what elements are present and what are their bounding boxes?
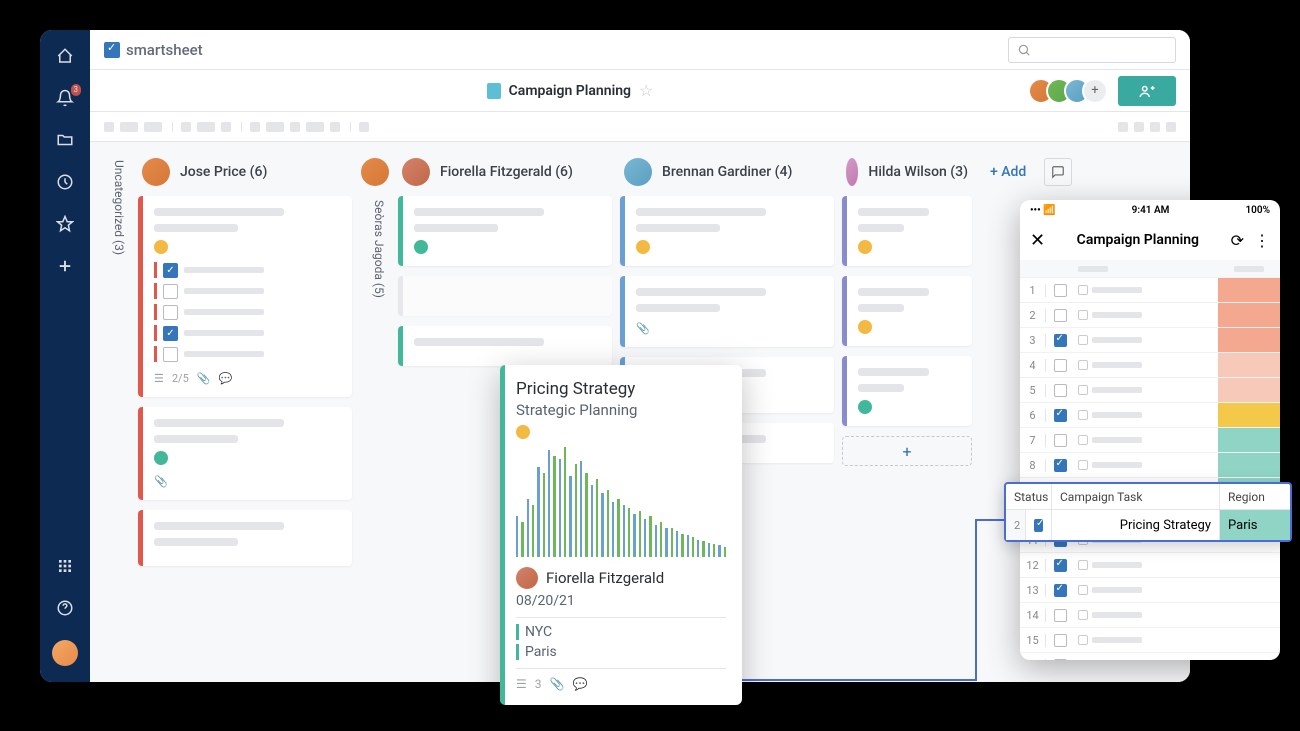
brand-text: smartsheet: [126, 41, 203, 59]
lane-header[interactable]: Fiorella Fitzgerald (6): [398, 152, 612, 196]
mobile-statusbar: ••• 📶9:41 AM100%: [1020, 200, 1280, 220]
mobile-row[interactable]: 2: [1020, 303, 1280, 328]
assignee-name: Fiorella Fitzgerald: [546, 569, 664, 587]
mobile-row[interactable]: 13: [1020, 578, 1280, 603]
mobile-title: Campaign Planning: [1055, 232, 1221, 248]
attachment-icon: 📎: [154, 475, 168, 488]
col-task: Campaign Task: [1052, 484, 1220, 509]
close-icon[interactable]: ✕: [1030, 230, 1045, 251]
mobile-row[interactable]: 1: [1020, 278, 1280, 303]
mobile-row[interactable]: 7: [1020, 428, 1280, 453]
comment-button[interactable]: [1044, 158, 1072, 186]
toolbar: [90, 112, 1190, 142]
kanban-card[interactable]: [398, 196, 612, 266]
card-detail-popup[interactable]: Pricing Strategy Strategic Planning Fior…: [500, 365, 742, 705]
recents-icon[interactable]: [55, 172, 75, 192]
brand[interactable]: smartsheet: [104, 41, 203, 59]
task-cell: Pricing Strategy: [1052, 510, 1220, 540]
lane-uncategorized[interactable]: Uncategorized (3): [100, 152, 130, 682]
kanban-card[interactable]: [842, 196, 972, 266]
mobile-row[interactable]: 3: [1020, 328, 1280, 353]
left-sidebar: 3: [40, 30, 90, 682]
apps-icon[interactable]: [55, 556, 75, 576]
lane-jose: Jose Price (6) ✓ ✓ ☰2/5📎💬 📎: [138, 152, 352, 682]
kanban-card[interactable]: [842, 356, 972, 426]
checkbox-icon[interactable]: [163, 347, 178, 362]
mobile-row[interactable]: 8: [1020, 453, 1280, 478]
detail-title: Pricing Strategy: [516, 379, 726, 399]
mobile-row[interactable]: 15: [1020, 628, 1280, 653]
mobile-preview: ••• 📶9:41 AM100% ✕ Campaign Planning ⟳ ⋮…: [1020, 200, 1280, 660]
help-icon[interactable]: [55, 598, 75, 618]
add-icon[interactable]: [55, 256, 75, 276]
tag: NYC: [525, 624, 552, 640]
kanban-card[interactable]: [138, 510, 352, 566]
lane-hilda: Hilda Wilson (3) +: [842, 152, 972, 682]
detail-date: 08/20/21: [516, 593, 726, 609]
sheet-icon: [487, 83, 501, 99]
add-card-button[interactable]: +: [842, 436, 972, 466]
kanban-card[interactable]: 📎: [138, 407, 352, 500]
highlighted-row[interactable]: Status Campaign Task Region 2 Pricing St…: [1004, 482, 1292, 542]
kanban-card[interactable]: [398, 326, 612, 366]
lane-seoras[interactable]: Seòras Jagoda (5): [360, 152, 390, 682]
tag: Paris: [525, 644, 557, 660]
kanban-card[interactable]: 📎: [620, 276, 834, 347]
kanban-card-placeholder: [398, 276, 612, 316]
attachment-icon: 📎: [636, 322, 650, 335]
attachment-icon: 📎: [550, 677, 565, 691]
more-icon[interactable]: ⋮: [1254, 231, 1270, 250]
col-region: Region: [1220, 484, 1290, 509]
assignee-avatar: [516, 567, 538, 589]
kanban-card[interactable]: [620, 196, 834, 266]
mobile-row[interactable]: 4: [1020, 353, 1280, 378]
home-icon[interactable]: [55, 46, 75, 66]
collaborator-avatars[interactable]: +: [1036, 78, 1108, 104]
detail-chart: [516, 447, 726, 557]
star-icon[interactable]: ☆: [639, 81, 653, 100]
comment-icon: 💬: [572, 677, 587, 691]
comment-icon: 💬: [218, 372, 232, 385]
brand-icon: [104, 42, 120, 58]
lane-header[interactable]: Brennan Gardiner (4): [620, 152, 834, 196]
titlebar: Campaign Planning ☆ +: [90, 70, 1190, 112]
checkbox-icon[interactable]: ✓: [163, 263, 178, 278]
notifications-icon[interactable]: 3: [55, 88, 75, 108]
region-cell: Paris: [1220, 510, 1290, 540]
lane-header[interactable]: Hilda Wilson (3): [842, 152, 972, 196]
mobile-row[interactable]: 14: [1020, 603, 1280, 628]
attachment-icon: 📎: [197, 372, 211, 385]
checkbox-icon[interactable]: ✓: [163, 326, 178, 341]
status-dot: [516, 425, 530, 439]
kanban-card[interactable]: ✓ ✓ ☰2/5📎💬: [138, 196, 352, 397]
detail-subtitle: Strategic Planning: [516, 401, 726, 419]
checkbox-icon[interactable]: [163, 284, 178, 299]
search-input[interactable]: [1008, 37, 1176, 63]
user-avatar[interactable]: [52, 640, 78, 666]
mobile-row[interactable]: 5: [1020, 378, 1280, 403]
checkbox-icon[interactable]: [1034, 519, 1043, 532]
checkbox-icon[interactable]: [163, 305, 178, 320]
sheet-title: Campaign Planning: [509, 83, 631, 99]
folder-icon[interactable]: [55, 130, 75, 150]
mobile-row[interactable]: 6: [1020, 403, 1280, 428]
share-button[interactable]: [1118, 76, 1176, 106]
topbar: smartsheet: [90, 30, 1190, 70]
notification-badge: 3: [71, 84, 82, 96]
kanban-card[interactable]: [842, 276, 972, 346]
favorites-icon[interactable]: [55, 214, 75, 234]
col-status: Status: [1006, 484, 1052, 509]
mobile-row[interactable]: 12: [1020, 553, 1280, 578]
mobile-row[interactable]: 16: [1020, 653, 1280, 660]
lane-header[interactable]: Jose Price (6): [138, 152, 352, 196]
refresh-icon[interactable]: ⟳: [1231, 231, 1244, 250]
